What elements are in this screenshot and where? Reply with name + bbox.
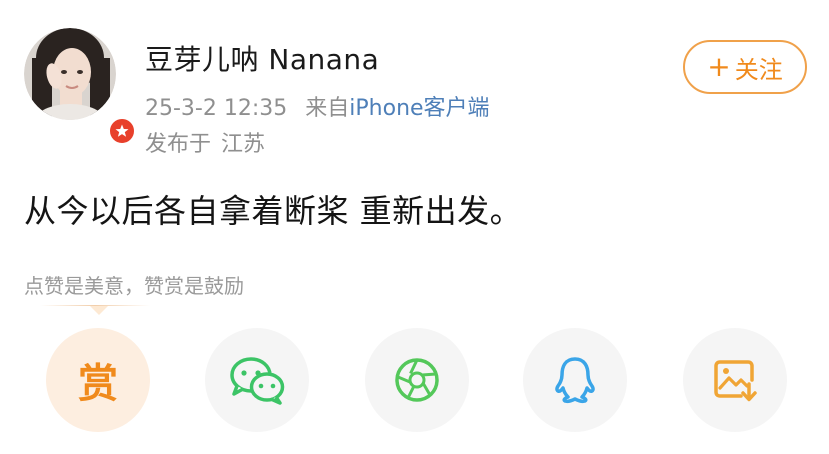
wechat-icon: [230, 357, 285, 405]
verified-badge-icon: [107, 116, 137, 146]
location-prefix: 发布于: [145, 132, 212, 157]
post-time: 25-3-2 12:35: [145, 96, 288, 121]
post-text: 从今以后各自拿着断桨 重新出发。: [24, 192, 523, 230]
save-image-icon: [714, 360, 757, 402]
post-meta: 25-3-2 12:35 来自iPhone客户端: [145, 90, 490, 122]
follow-button[interactable]: + 关注: [683, 40, 807, 94]
weibo-post-share-card: 豆芽儿呐 Nanana 25-3-2 12:35 来自iPhone客户端 发布于江…: [0, 0, 829, 454]
avatar[interactable]: [24, 28, 137, 146]
follow-label: 关注: [734, 55, 783, 84]
share-wechat-button[interactable]: [205, 328, 309, 432]
avatar-photo: [24, 28, 116, 120]
post-location: 发布于 江苏: [145, 126, 265, 158]
location-value: 江苏: [221, 132, 266, 157]
qq-icon: [555, 357, 595, 403]
reward-button[interactable]: 赏: [46, 328, 150, 432]
share-qq-button[interactable]: [523, 328, 627, 432]
source-device-link[interactable]: iPhone客户端: [349, 96, 489, 121]
reward-icon: 赏: [78, 361, 118, 407]
hint-pointer-icon: [90, 306, 108, 315]
source-prefix: 来自: [305, 96, 350, 121]
moments-icon: [395, 358, 439, 402]
username[interactable]: 豆芽儿呐 Nanana: [145, 38, 379, 78]
plus-icon: +: [707, 50, 731, 83]
reward-hint: 点赞是美意，赞赏是鼓励: [24, 274, 244, 298]
share-moments-button[interactable]: [365, 328, 469, 432]
save-image-button[interactable]: [683, 328, 787, 432]
